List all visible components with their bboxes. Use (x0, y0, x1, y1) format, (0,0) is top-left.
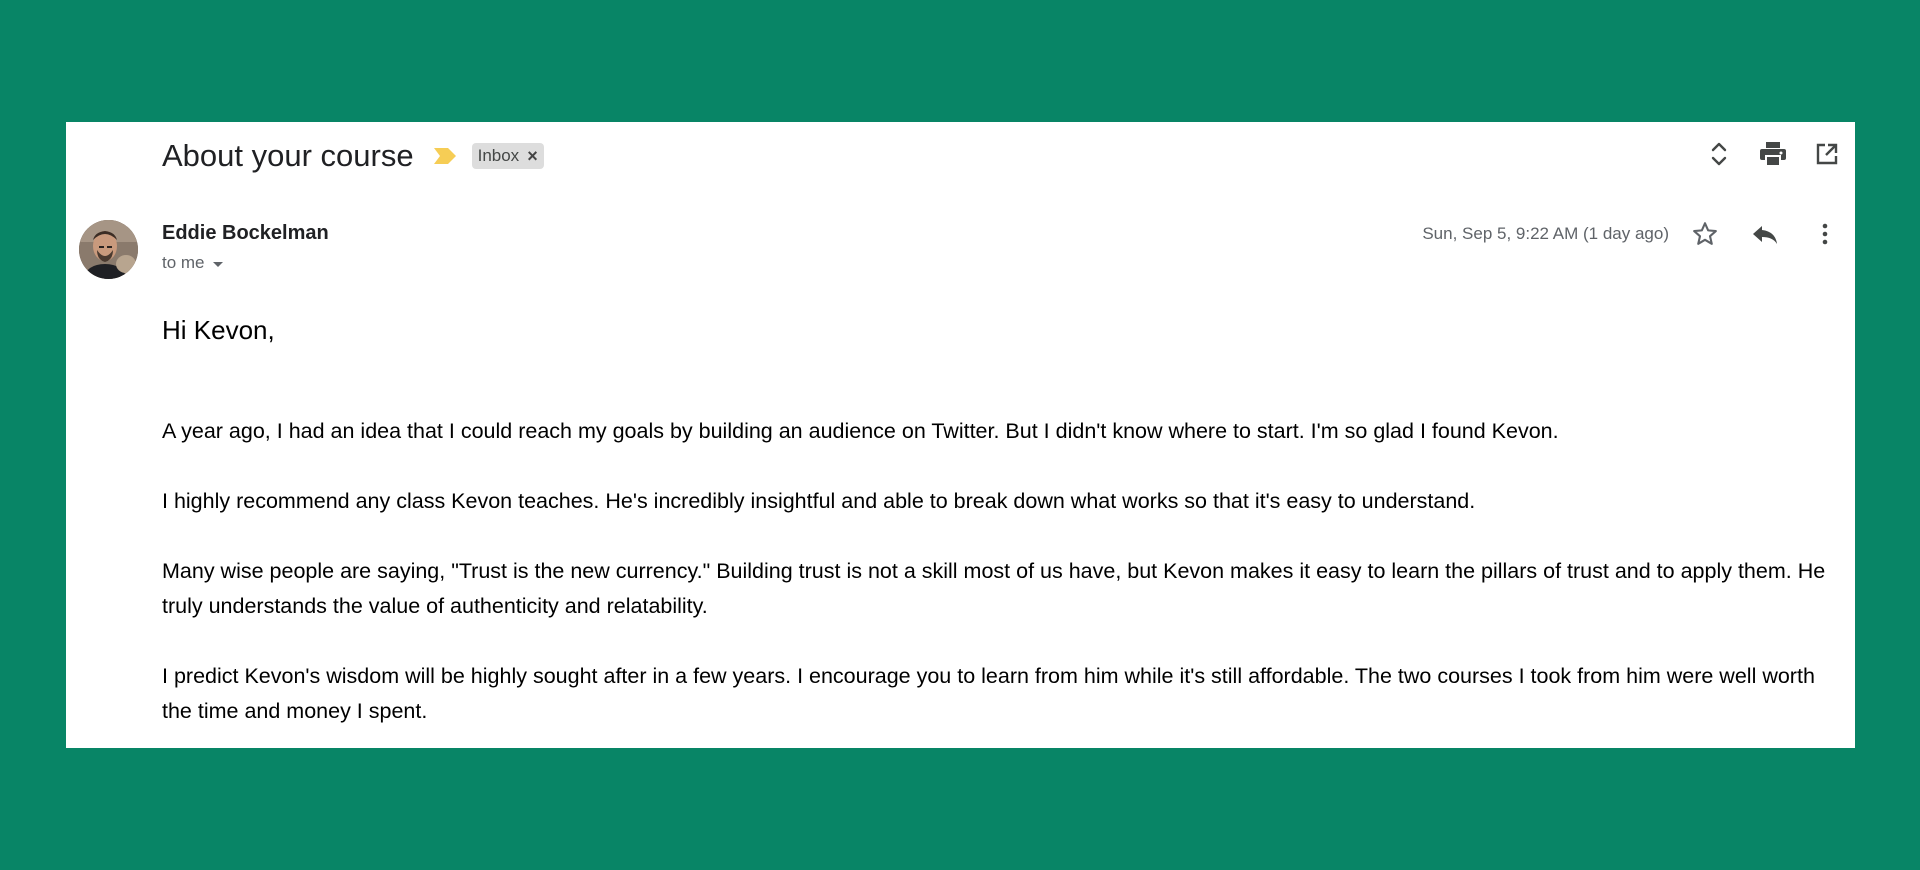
open-in-new-window-icon[interactable] (1813, 140, 1841, 168)
body-paragraph: Many wise people are saying, "Trust is t… (162, 558, 1826, 618)
body-paragraph: A year ago, I had an idea that I could r… (162, 418, 1559, 443)
email-body: Hi Kevon, A year ago, I had an idea that… (162, 314, 1832, 729)
remove-label-icon[interactable]: × (527, 147, 538, 165)
message-date: Sun, Sep 5, 9:22 AM (1 day ago) (1422, 224, 1669, 243)
expand-all-icon[interactable] (1705, 140, 1733, 168)
sender-name[interactable]: Eddie Bockelman (162, 222, 329, 245)
importance-marker-icon[interactable] (432, 146, 458, 166)
recipient-details[interactable]: to me (162, 253, 223, 273)
subject-row: About your course Inbox × (162, 136, 544, 176)
body-paragraph: I highly recommend any class Kevon teach… (162, 488, 1476, 513)
email-card: About your course Inbox × Eddie Bockelma… (66, 122, 1855, 748)
thread-actions (1705, 140, 1841, 168)
chevron-down-icon[interactable] (212, 262, 223, 267)
email-greeting: Hi Kevon, (162, 315, 275, 345)
message-meta: Sun, Sep 5, 9:22 AM (1 day ago) (1422, 220, 1839, 248)
email-subject: About your course (162, 138, 414, 173)
body-paragraph: I predict Kevon's wisdom will be highly … (162, 663, 1815, 723)
recipient-text: to me (162, 253, 205, 272)
inbox-label-chip: Inbox × (471, 143, 544, 169)
more-vertical-icon[interactable] (1811, 220, 1839, 248)
star-icon[interactable] (1691, 220, 1719, 248)
reply-icon[interactable] (1751, 220, 1779, 248)
label-text: Inbox (477, 146, 520, 165)
sender-avatar[interactable] (79, 220, 138, 279)
print-icon[interactable] (1759, 140, 1787, 168)
